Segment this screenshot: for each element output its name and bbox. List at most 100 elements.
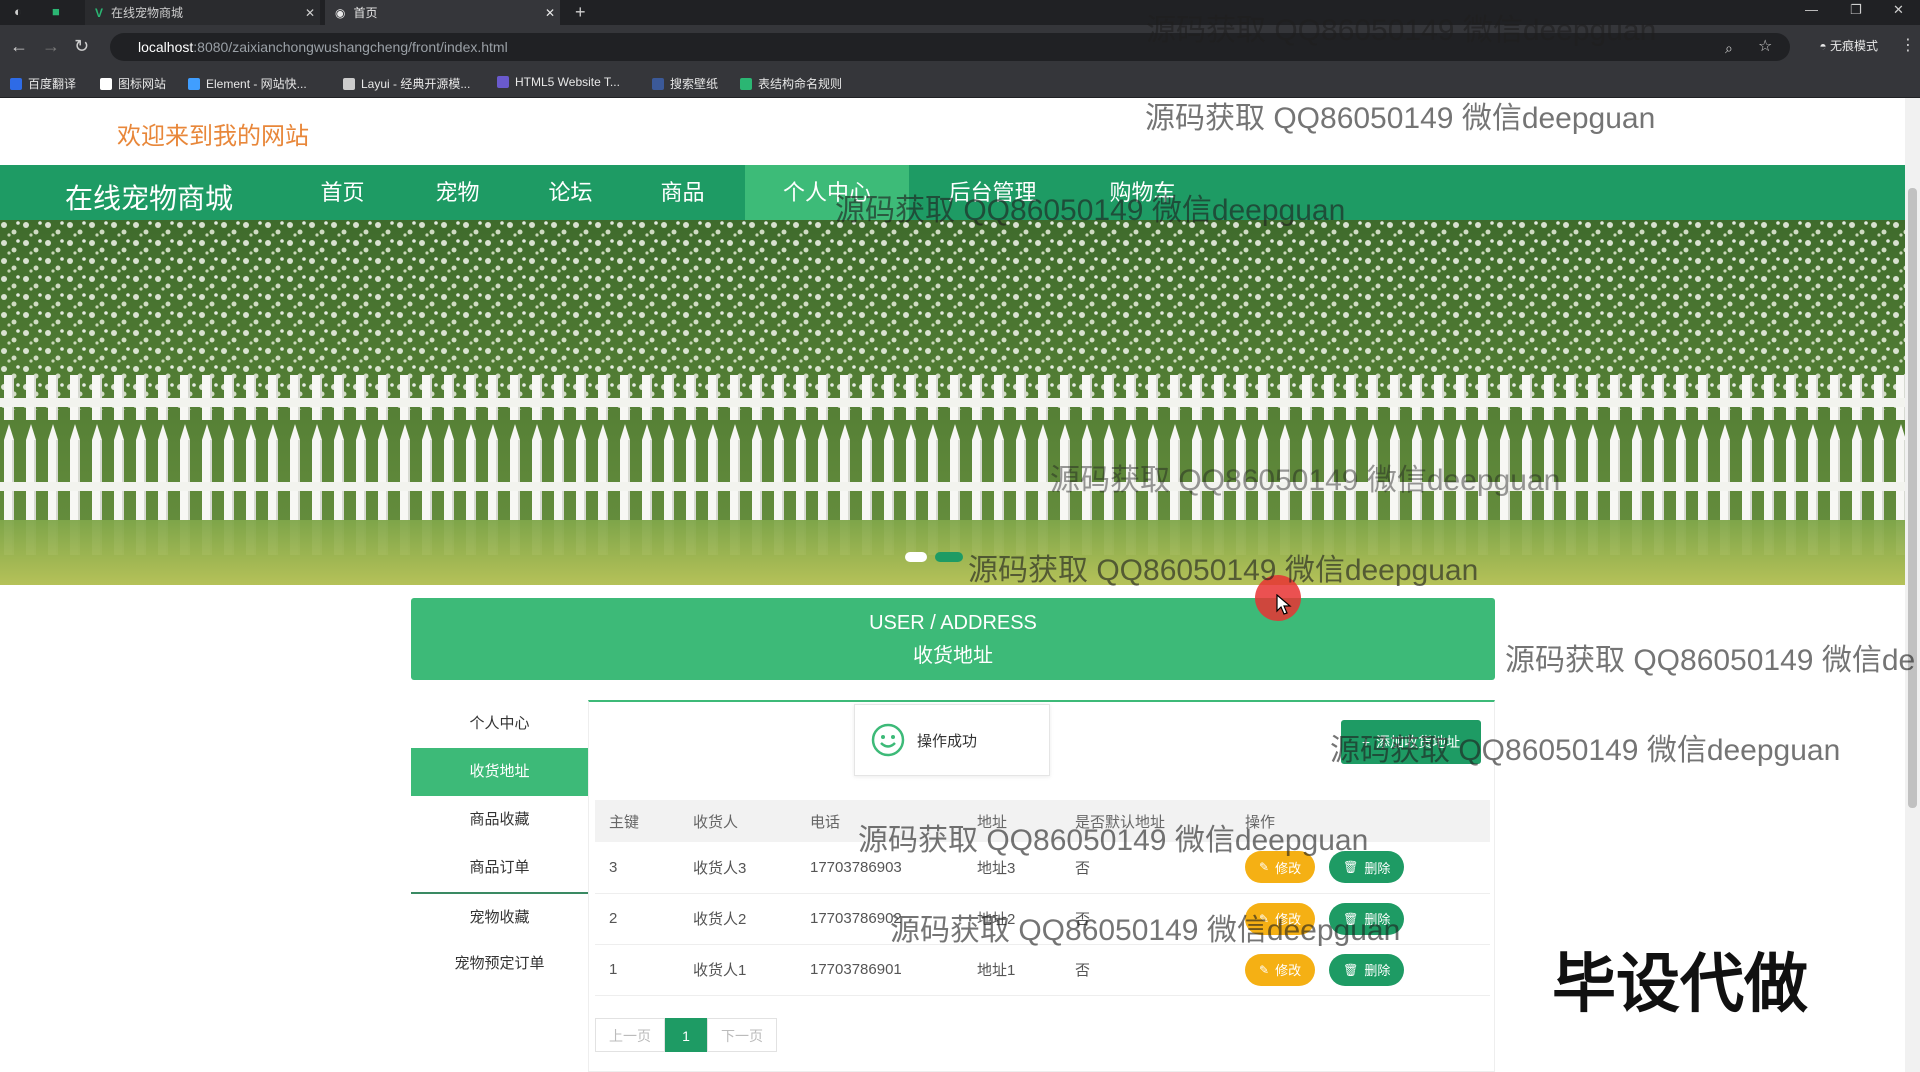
cell-phone: 17703786902: [796, 893, 963, 945]
pinned-tab-icon[interactable]: ■: [52, 4, 60, 19]
carousel-dot[interactable]: [905, 552, 927, 562]
prev-page-button[interactable]: 上一页: [595, 1018, 665, 1052]
col-phone: 电话: [796, 800, 963, 842]
plus-icon: +: [1361, 734, 1371, 750]
edit-button[interactable]: ✎ 修改: [1245, 902, 1316, 935]
user-sidebar: 个人中心 收货地址 商品收藏 商品订单 宠物收藏 宠物预定订单: [411, 700, 588, 988]
close-tab-icon[interactable]: ✕: [300, 6, 320, 20]
cell-id: 3: [595, 842, 679, 894]
incognito-label: 无痕模式: [1829, 39, 1878, 53]
table-header-row: 主键 收货人 电话 地址 是否默认地址 操作: [595, 800, 1490, 842]
star-icon[interactable]: ☆: [1758, 36, 1772, 58]
sidebar-item-address[interactable]: 收货地址: [411, 748, 588, 796]
restore-icon[interactable]: ❐: [1850, 2, 1862, 18]
nav-item-forum[interactable]: 论坛: [528, 165, 613, 220]
nav-item-home[interactable]: 首页: [300, 165, 385, 220]
cell-receiver: 收货人2: [679, 893, 796, 945]
close-tab-icon[interactable]: ✕: [540, 6, 560, 20]
page-scrollbar[interactable]: [1905, 98, 1920, 1072]
hero-banner-image: [0, 220, 1905, 585]
table-row: 3 收货人3 17703786903 地址3 否 ✎ 修改 🗑 删除: [595, 842, 1490, 894]
browser-tab-bar: ◐ ■ V 在线宠物商城 ✕ ◉ 首页 ✕ + — ❐ ✕: [0, 0, 1920, 25]
sidebar-item-goods-orders[interactable]: 商品订单: [411, 844, 588, 892]
forward-arrow-icon[interactable]: →: [42, 35, 60, 57]
cell-id: 2: [595, 893, 679, 945]
edit-button[interactable]: ✎ 修改: [1245, 851, 1316, 884]
sidebar-item-profile[interactable]: 个人中心: [411, 700, 588, 748]
nav-item-cart[interactable]: 购物车: [1085, 165, 1200, 220]
zoom-icon[interactable]: ⌕: [1725, 37, 1733, 59]
tab-pet-store[interactable]: V 在线宠物商城 ✕: [85, 0, 320, 25]
address-table: 主键 收货人 电话 地址 是否默认地址 操作 3 收货人3 1770378690…: [595, 800, 1490, 996]
col-id: 主键: [595, 800, 679, 842]
url-bar[interactable]: localhost:8080/zaixianchongwushangcheng/…: [110, 33, 1790, 61]
cell-id: 1: [595, 944, 679, 996]
edit-button[interactable]: ✎ 修改: [1245, 953, 1316, 986]
cell-phone: 17703786901: [796, 944, 963, 996]
bookmark-item[interactable]: 图标网站: [100, 75, 166, 92]
flag-icon: [100, 77, 112, 90]
smile-icon: [871, 723, 905, 757]
new-tab-button[interactable]: +: [575, 2, 586, 23]
address-panel: 操作成功 + 添加收货地址 主键 收货人 电话 地址 是否默认地址 操作 3 收…: [588, 700, 1495, 1072]
nav-item-pets[interactable]: 宠物: [415, 165, 500, 220]
bookmark-item[interactable]: 搜索壁纸: [652, 75, 718, 92]
window-close-icon[interactable]: ✕: [1893, 2, 1904, 18]
trash-icon: 🗑: [1343, 962, 1359, 977]
bookmark-icon: [652, 77, 664, 90]
table-row: 1 收货人1 17703786901 地址1 否 ✎ 修改 🗑 删除: [595, 944, 1490, 996]
sidebar-item-pet-favorites[interactable]: 宠物收藏: [411, 892, 588, 940]
carousel-dot-active[interactable]: [935, 552, 963, 562]
cell-phone: 17703786903: [796, 842, 963, 894]
trash-icon: 🗑: [1343, 911, 1359, 926]
pencil-icon: ✎: [1259, 962, 1270, 977]
sidebar-item-goods-favorites[interactable]: 商品收藏: [411, 796, 588, 844]
url-host: localhost: [138, 39, 194, 55]
scrollbar-thumb[interactable]: [1908, 188, 1917, 808]
welcome-text: 欢迎来到我的网站: [117, 123, 309, 150]
incognito-indicator[interactable]: ◓ 无痕模式: [1819, 37, 1878, 54]
cell-receiver: 收货人3: [679, 842, 796, 894]
bookmark-icon: [188, 77, 200, 90]
main-nav: 在线宠物商城 首页 宠物 论坛 商品 个人中心 后台管理 购物车: [0, 165, 1905, 220]
tab-home[interactable]: ◉ 首页 ✕: [325, 0, 560, 25]
add-address-label: 添加收货地址: [1376, 734, 1461, 750]
cell-actions: ✎ 修改 🗑 删除: [1231, 842, 1490, 894]
cell-default: 否: [1061, 842, 1231, 894]
delete-button[interactable]: 🗑 删除: [1329, 953, 1405, 986]
nav-item-admin[interactable]: 后台管理: [935, 165, 1050, 220]
col-address: 地址: [963, 800, 1061, 842]
url-path: :8080/zaixianchongwushangcheng/front/ind…: [193, 39, 508, 55]
cell-actions: ✎ 修改 🗑 删除: [1231, 893, 1490, 945]
nav-item-user-center[interactable]: 个人中心: [745, 165, 909, 220]
next-page-button[interactable]: 下一页: [707, 1018, 777, 1052]
delete-button[interactable]: 🗑 删除: [1329, 902, 1405, 935]
tab-label: 在线宠物商城: [111, 6, 184, 20]
bookmark-item[interactable]: Element - 网站快...: [188, 75, 307, 92]
cell-default: 否: [1061, 893, 1231, 945]
site-brand[interactable]: 在线宠物商城: [65, 177, 233, 217]
back-arrow-icon[interactable]: ←: [10, 35, 28, 57]
pagination: 上一页 1 下一页: [595, 1018, 777, 1052]
bookmark-item[interactable]: Layui - 经典开源模...: [343, 75, 470, 92]
minimize-icon[interactable]: —: [1805, 2, 1818, 17]
delete-button[interactable]: 🗑 删除: [1329, 851, 1405, 884]
nav-item-goods[interactable]: 商品: [640, 165, 725, 220]
fence-field-illustration: [0, 220, 1905, 585]
mouse-pointer-icon: [1276, 594, 1292, 615]
cell-address: 地址1: [963, 944, 1061, 996]
sidebar-item-pet-reservations[interactable]: 宠物预定订单: [411, 940, 588, 988]
bookmark-item[interactable]: HTML5 Website T...: [497, 75, 620, 89]
tab-label: 首页: [353, 6, 378, 20]
browser-menu-icon[interactable]: ◐: [14, 4, 22, 19]
add-address-button[interactable]: + 添加收货地址: [1341, 720, 1481, 764]
cell-default: 否: [1061, 944, 1231, 996]
page-number-current[interactable]: 1: [665, 1018, 707, 1052]
more-menu-icon[interactable]: ⋮: [1900, 35, 1916, 57]
bookmark-item[interactable]: 表结构命名规则: [740, 75, 842, 92]
bookmark-item[interactable]: 百度翻译: [10, 75, 76, 92]
bookmark-icon: [497, 76, 509, 88]
promo-text: 毕设代做: [1552, 948, 1808, 1020]
reload-icon[interactable]: ↻: [74, 35, 89, 57]
bookmark-icon: [740, 77, 752, 90]
